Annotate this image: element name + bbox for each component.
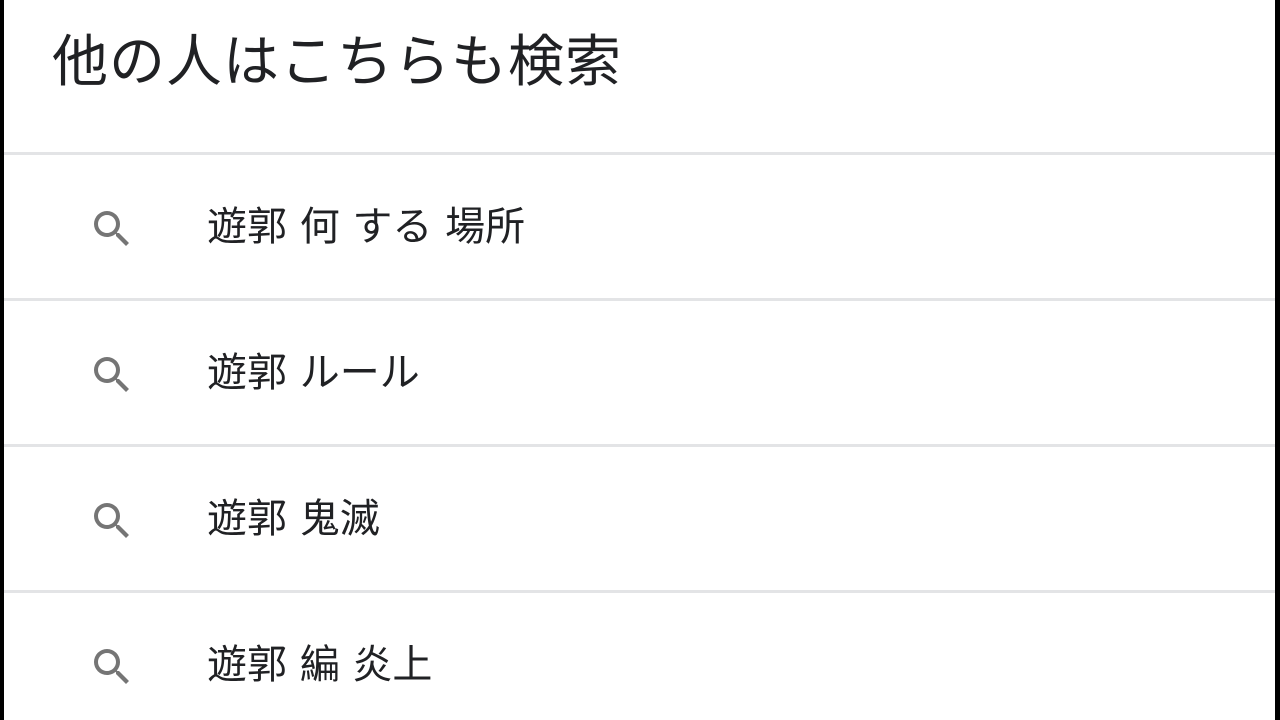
related-searches-list: 遊郭 何 する 場所 遊郭 ルール 遊郭 鬼滅 遊郭 編 炎上 <box>4 152 1275 720</box>
search-icon <box>88 351 136 399</box>
related-searches-panel: 他の人はこちらも検索 遊郭 何 する 場所 遊郭 ルール 遊郭 鬼滅 遊郭 編 … <box>4 0 1275 720</box>
suggestion-label: 遊郭 何 する 場所 <box>207 204 526 250</box>
suggestion-item[interactable]: 遊郭 編 炎上 <box>4 590 1275 720</box>
suggestion-item[interactable]: 遊郭 ルール <box>4 298 1275 444</box>
section-title: 他の人はこちらも検索 <box>52 30 622 95</box>
related-searches-header: 他の人はこちらも検索 <box>4 0 1275 154</box>
suggestion-label: 遊郭 ルール <box>207 350 420 396</box>
suggestion-item[interactable]: 遊郭 鬼滅 <box>4 444 1275 590</box>
search-icon <box>88 205 136 253</box>
suggestion-item[interactable]: 遊郭 何 する 場所 <box>4 152 1275 298</box>
suggestion-label: 遊郭 鬼滅 <box>207 496 380 542</box>
suggestion-label: 遊郭 編 炎上 <box>207 642 433 688</box>
search-icon <box>88 643 136 691</box>
search-icon <box>88 497 136 545</box>
